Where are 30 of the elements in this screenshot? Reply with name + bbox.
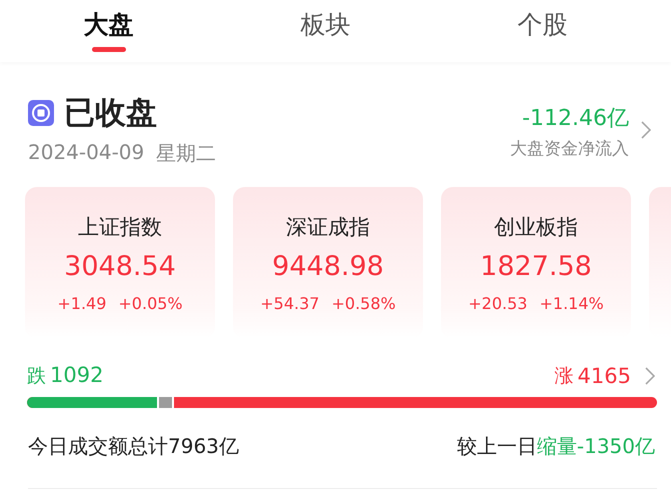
- tab[interactable]: 板块: [266, 0, 386, 52]
- index-price: 9448.98: [272, 251, 384, 282]
- index-percent: +0.05%: [118, 294, 183, 313]
- date-text: 2024-04-09: [28, 140, 144, 166]
- advance-label: 涨: [554, 364, 574, 389]
- market-status: 已收盘: [64, 94, 157, 133]
- index-price: 3048.54: [64, 251, 176, 282]
- tab[interactable]: 个股: [482, 0, 602, 52]
- index-change: +20.53: [468, 294, 528, 313]
- index-name: 上证指数: [78, 214, 162, 241]
- index-change: +1.49: [57, 294, 106, 313]
- index-name: 深证成指: [286, 214, 370, 241]
- index-percent: +1.14%: [539, 294, 604, 313]
- turnover-compare: 较上一日缩量-1350亿: [456, 433, 655, 460]
- decline-count: 1092: [50, 363, 104, 387]
- net-inflow-value: -112.46亿: [522, 105, 629, 133]
- index-price: 1827.58: [480, 251, 592, 282]
- tab[interactable]: 大盘: [48, 0, 168, 52]
- flat-segment: [157, 397, 174, 408]
- chevron-icon: [641, 120, 651, 138]
- index-percent: +0.58%: [331, 294, 396, 313]
- chevron-icon: [645, 367, 655, 385]
- net-inflow-label: 大盘资金净流入: [510, 138, 629, 160]
- decline-label: 跌: [27, 364, 46, 389]
- turnover-total: 今日成交额总计7963亿: [28, 433, 239, 460]
- weekday-text: 星期二: [156, 140, 216, 167]
- index-name: 创业板指: [494, 214, 578, 241]
- advance-count: 4165: [578, 364, 631, 388]
- index-change: +54.37: [260, 294, 320, 313]
- status-icon: [28, 100, 54, 126]
